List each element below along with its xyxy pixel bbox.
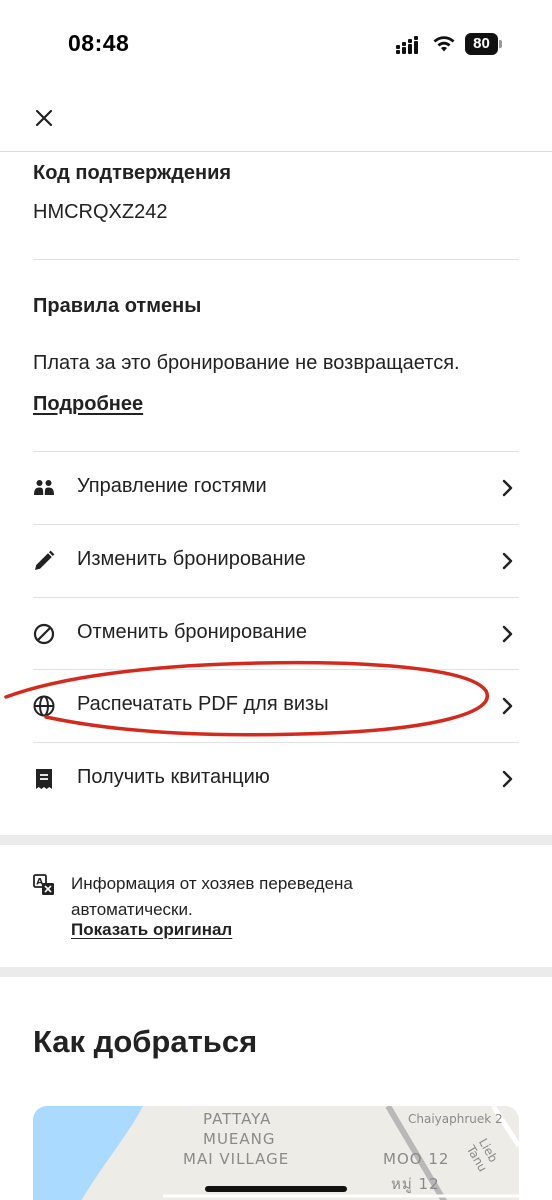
map-road-label: Chaiyaphruek 2 xyxy=(408,1112,503,1126)
close-icon[interactable] xyxy=(28,102,60,134)
get-receipt-label: Получить квитанцию xyxy=(77,766,270,788)
divider xyxy=(33,259,519,260)
chevron-right-icon xyxy=(502,770,513,788)
home-indicator xyxy=(205,1186,347,1192)
cancellation-policy-title: Правила отмены xyxy=(33,295,202,317)
manage-guests-label: Управление гостями xyxy=(77,475,267,497)
chevron-right-icon xyxy=(502,625,513,643)
header-divider xyxy=(0,151,552,152)
print-visa-pdf-row[interactable]: Распечатать PDF для визы xyxy=(0,670,552,742)
print-visa-pdf-label: Распечатать PDF для визы xyxy=(77,693,329,715)
section-separator xyxy=(0,835,552,845)
show-original-link[interactable]: Показать оригинал xyxy=(71,920,232,940)
wifi-icon xyxy=(433,36,455,52)
status-time: 08:48 xyxy=(68,30,130,56)
receipt-icon xyxy=(36,769,52,789)
map-label: MOO 12 xyxy=(383,1150,450,1168)
change-booking-row[interactable]: Изменить бронирование xyxy=(0,525,552,597)
change-booking-label: Изменить бронирование xyxy=(77,548,306,570)
guests-icon xyxy=(34,480,54,495)
pencil-icon xyxy=(35,550,55,570)
battery-cap xyxy=(499,40,502,48)
get-receipt-row[interactable]: Получить квитанцию xyxy=(0,743,552,815)
chevron-right-icon xyxy=(502,552,513,570)
cancellation-policy-more-link[interactable]: Подробнее xyxy=(33,393,143,416)
map-label: PATTAYA xyxy=(203,1110,272,1128)
section-separator xyxy=(0,967,552,977)
map-label: หมู่ 12 xyxy=(391,1175,440,1193)
cancel-booking-label: Отменить бронирование xyxy=(77,621,307,643)
battery-indicator: 80 xyxy=(465,33,503,55)
globe-icon xyxy=(33,695,55,717)
confirmation-code-label: Код подтверждения xyxy=(33,162,232,184)
translate-icon: A xyxy=(33,874,54,895)
chevron-right-icon xyxy=(502,479,513,497)
directions-title: Как добраться xyxy=(33,1024,258,1059)
manage-guests-row[interactable]: Управление гостями xyxy=(0,452,552,524)
chevron-right-icon xyxy=(502,697,513,715)
cancel-booking-row[interactable]: Отменить бронирование xyxy=(0,598,552,670)
cellular-signal-icon xyxy=(396,36,418,54)
translation-notice-text: Информация от хозяев переведена автомати… xyxy=(71,874,353,919)
battery-level: 80 xyxy=(465,33,498,55)
map-label: MAI VILLAGE xyxy=(183,1150,290,1168)
cancellation-policy-text: Плата за это бронирование не возвращаетс… xyxy=(33,352,460,374)
map-label: MUEANG xyxy=(203,1130,276,1148)
cancel-icon xyxy=(33,623,55,645)
confirmation-code-value: HMCRQXZ242 xyxy=(33,201,168,223)
status-bar: 08:48 80 xyxy=(0,0,552,92)
